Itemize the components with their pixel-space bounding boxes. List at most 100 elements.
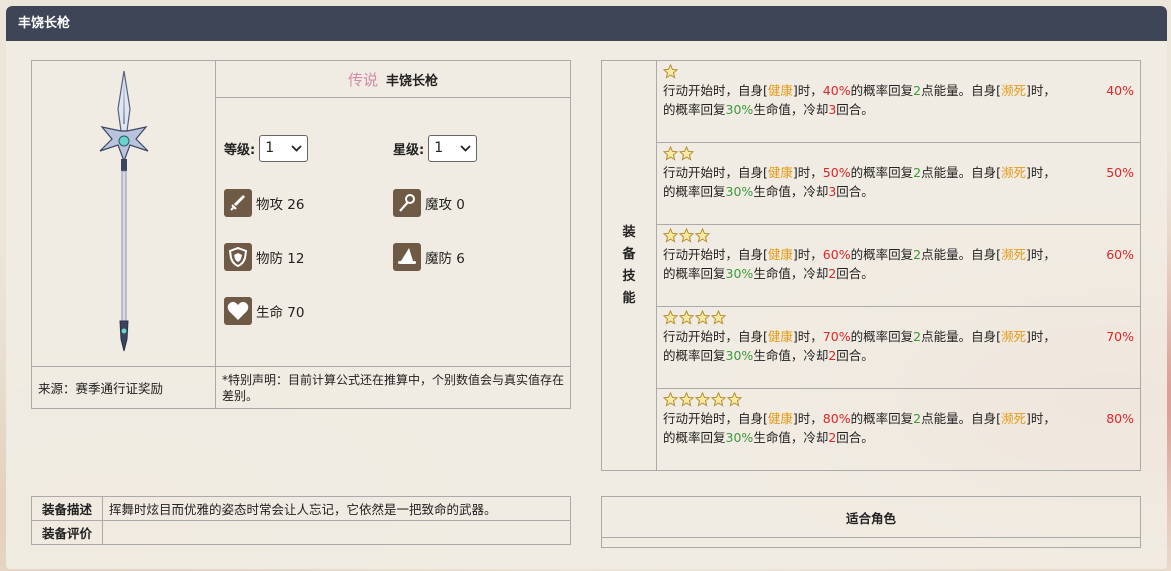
stat-hp: 生命 70 [224, 296, 393, 326]
star-icon [662, 309, 679, 327]
hp-percent: 30% [725, 184, 754, 199]
skill-text-line: 的概率回复30%生命值，冷却2回合。 [663, 430, 874, 445]
description-table: 装备描述 挥舞时炫目而优雅的姿态时常会让人忘记，它依然是一把致命的武器。 装备评… [31, 496, 571, 545]
status-healthy: 健康 [767, 411, 793, 426]
star-icon [662, 145, 679, 163]
skill-text-line: 的概率回复30%生命值，冷却2回合。 [663, 348, 874, 363]
chance-percent: 50% [822, 165, 851, 180]
skill-row: 行动开始时，自身[健康]时，60%的概率回复2点能量。自身[濒死]时， 60% 的概… [656, 224, 1141, 307]
item-source: 来源：赛季通行证奖励 [31, 366, 216, 409]
skill-text-line: 的概率回复30%生命值，冷却2回合。 [663, 266, 874, 281]
skill-row: 行动开始时，自身[健康]时，50%的概率回复2点能量。自身[濒死]时， 50% 的概… [656, 142, 1141, 225]
chance-percent: 60% [1106, 247, 1134, 262]
star-value: 1 [434, 140, 444, 156]
special-note: *特别声明：目前计算公式还在推算中，个别数值会与真实值存在差别。 [215, 366, 571, 409]
star-icon [710, 391, 727, 409]
hp-percent: 30% [725, 266, 754, 281]
level-label: 等级: [224, 142, 256, 158]
energy-amount: 2 [913, 83, 922, 98]
skill-text-line: 行动开始时，自身[健康]时，60%的概率回复2点能量。自身[濒死]时， 60% [663, 247, 1134, 262]
item-name-cell: 传说 丰饶长枪 [215, 60, 571, 98]
chance-percent: 40% [1106, 83, 1134, 98]
star-icon [694, 227, 711, 245]
spear-image [99, 70, 148, 352]
status-dying: 濒死 [1000, 329, 1026, 344]
star-select[interactable]: 1 [428, 134, 478, 162]
star-icon [678, 227, 695, 245]
skill-text-line: 的概率回复30%生命值，冷却3回合。 [663, 184, 874, 199]
stat-physical-defense: 物防 12 [224, 242, 393, 272]
status-healthy: 健康 [767, 165, 793, 180]
star-icon [678, 391, 695, 409]
level-value: 1 [265, 140, 275, 156]
skill-row: 行动开始时，自身[健康]时，70%的概率回复2点能量。自身[濒死]时， 70% 的概… [656, 306, 1141, 389]
star-rating [662, 391, 1134, 409]
chevron-down-icon [291, 144, 302, 152]
star-selector: 星级: 1 [393, 134, 562, 162]
suitable-roles-list [601, 537, 1141, 548]
skill-text-line: 的概率回复30%生命值，冷却3回合。 [663, 102, 874, 117]
equipment-skills-table: 装 备 技 能 行动开始时，自身[健康]时，40%的概率回复2点能量。自身[濒死… [601, 60, 1141, 471]
star-label: 星级: [393, 142, 425, 158]
star-icon [662, 63, 679, 81]
skill-text-line: 行动开始时，自身[健康]时，70%的概率回复2点能量。自身[濒死]时， 70% [663, 329, 1134, 344]
chevron-down-icon [460, 144, 471, 152]
energy-amount: 2 [913, 247, 922, 262]
suitable-roles-title: 适合角色 [601, 496, 1141, 538]
skill-text-line: 行动开始时，自身[健康]时，50%的概率回复2点能量。自身[濒死]时， 50% [663, 165, 1134, 180]
star-icon [694, 309, 711, 327]
description-label: 装备描述 [31, 496, 103, 521]
energy-amount: 2 [913, 165, 922, 180]
star-icon [678, 145, 695, 163]
hp-percent: 30% [725, 430, 754, 445]
stat-physical-attack: 物攻 26 [224, 188, 393, 218]
stat-magic-defense: 魔防 6 [393, 242, 553, 272]
chance-percent: 80% [822, 411, 851, 426]
wizard-hat-icon [393, 243, 421, 271]
panel-title: 丰饶长枪 [6, 6, 1167, 41]
star-icon [662, 227, 679, 245]
status-dying: 濒死 [1000, 165, 1026, 180]
evaluation-value [102, 520, 571, 545]
star-icon [726, 391, 743, 409]
item-stats-cell: 等级: 1 星级: 1 物攻 26 魔攻 0 物防 12 魔防 6 生命 70 [215, 97, 571, 367]
star-rating [662, 309, 1134, 327]
star-icon [662, 391, 679, 409]
equipment-panel: 丰饶长枪 传说 丰饶长枪 等级: 1 星级: 1 物攻 26 魔攻 0 物防 1… [6, 6, 1167, 569]
level-select[interactable]: 1 [259, 134, 309, 162]
sword-icon [224, 189, 252, 217]
skill-text-line: 行动开始时，自身[健康]时，40%的概率回复2点能量。自身[濒死]时， 40% [663, 83, 1134, 98]
item-info-table: 传说 丰饶长枪 等级: 1 星级: 1 物攻 26 魔攻 0 物防 12 魔防 … [31, 60, 571, 409]
shield-icon [224, 243, 252, 271]
star-rating [662, 63, 1134, 81]
chance-percent: 70% [822, 329, 851, 344]
energy-amount: 2 [913, 411, 922, 426]
skill-row: 行动开始时，自身[健康]时，80%的概率回复2点能量。自身[濒死]时， 80% 的概… [656, 388, 1141, 471]
chance-percent: 70% [1106, 329, 1134, 344]
star-icon [678, 309, 695, 327]
chance-percent: 50% [1106, 165, 1134, 180]
staff-icon [393, 189, 421, 217]
item-name: 丰饶长枪 [386, 73, 439, 89]
rarity-label: 传说 [347, 70, 378, 89]
status-dying: 濒死 [1000, 247, 1026, 262]
suitable-roles-table: 适合角色 [601, 496, 1141, 548]
status-healthy: 健康 [767, 329, 793, 344]
energy-amount: 2 [913, 329, 922, 344]
chance-percent: 60% [822, 247, 851, 262]
status-dying: 濒死 [1000, 411, 1026, 426]
status-healthy: 健康 [767, 83, 793, 98]
skills-label: 装 备 技 能 [601, 60, 657, 471]
hp-percent: 30% [725, 348, 754, 363]
star-rating [662, 145, 1134, 163]
heart-icon [224, 297, 252, 325]
stat-magic-attack: 魔攻 0 [393, 188, 553, 218]
status-healthy: 健康 [767, 247, 793, 262]
skill-row: 行动开始时，自身[健康]时，40%的概率回复2点能量。自身[濒死]时， 40% 的概… [656, 60, 1141, 143]
evaluation-label: 装备评价 [31, 520, 103, 545]
star-rating [662, 227, 1134, 245]
chance-percent: 80% [1106, 411, 1134, 426]
skill-text-line: 行动开始时，自身[健康]时，80%的概率回复2点能量。自身[濒死]时， 80% [663, 411, 1134, 426]
description-value: 挥舞时炫目而优雅的姿态时常会让人忘记，它依然是一把致命的武器。 [102, 496, 571, 521]
item-image-cell [31, 60, 216, 367]
